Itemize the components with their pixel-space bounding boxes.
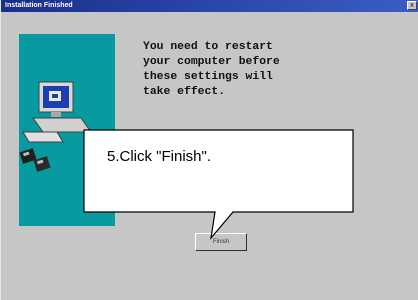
computer-install-icon: [19, 81, 92, 172]
finish-button[interactable]: Finish: [195, 233, 247, 251]
title-bar: Installation Finished x: [1, 0, 418, 12]
restart-message: You need to restart your computer before…: [143, 41, 280, 98]
window-title: Installation Finished: [5, 2, 73, 9]
installation-finished-dialog: Installation Finished x You need to rest…: [0, 0, 418, 300]
close-button[interactable]: x: [407, 1, 417, 10]
callout-text: 5.Click "Finish".: [107, 148, 212, 165]
callout-bubble: [83, 129, 354, 241]
